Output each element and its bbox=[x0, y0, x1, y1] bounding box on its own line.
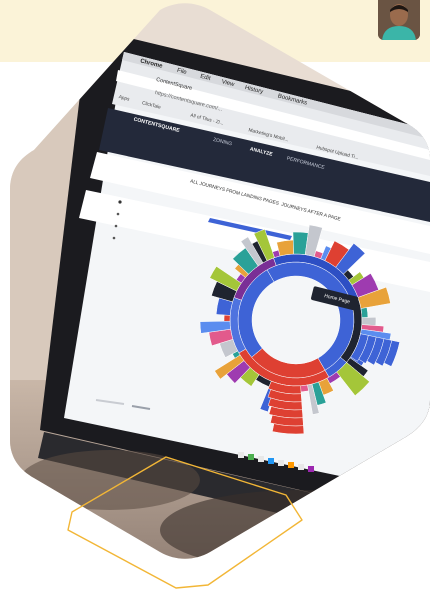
person-avatar-icon bbox=[378, 0, 420, 40]
user-avatar[interactable] bbox=[378, 0, 420, 40]
sunburst-segment[interactable] bbox=[223, 314, 231, 322]
hero-illustration: Chrome File Edit View History Bookmarks … bbox=[10, 3, 430, 589]
sunburst-segment[interactable] bbox=[360, 307, 369, 318]
sunburst-segment[interactable] bbox=[276, 239, 294, 257]
sunburst-segment[interactable] bbox=[361, 316, 377, 326]
